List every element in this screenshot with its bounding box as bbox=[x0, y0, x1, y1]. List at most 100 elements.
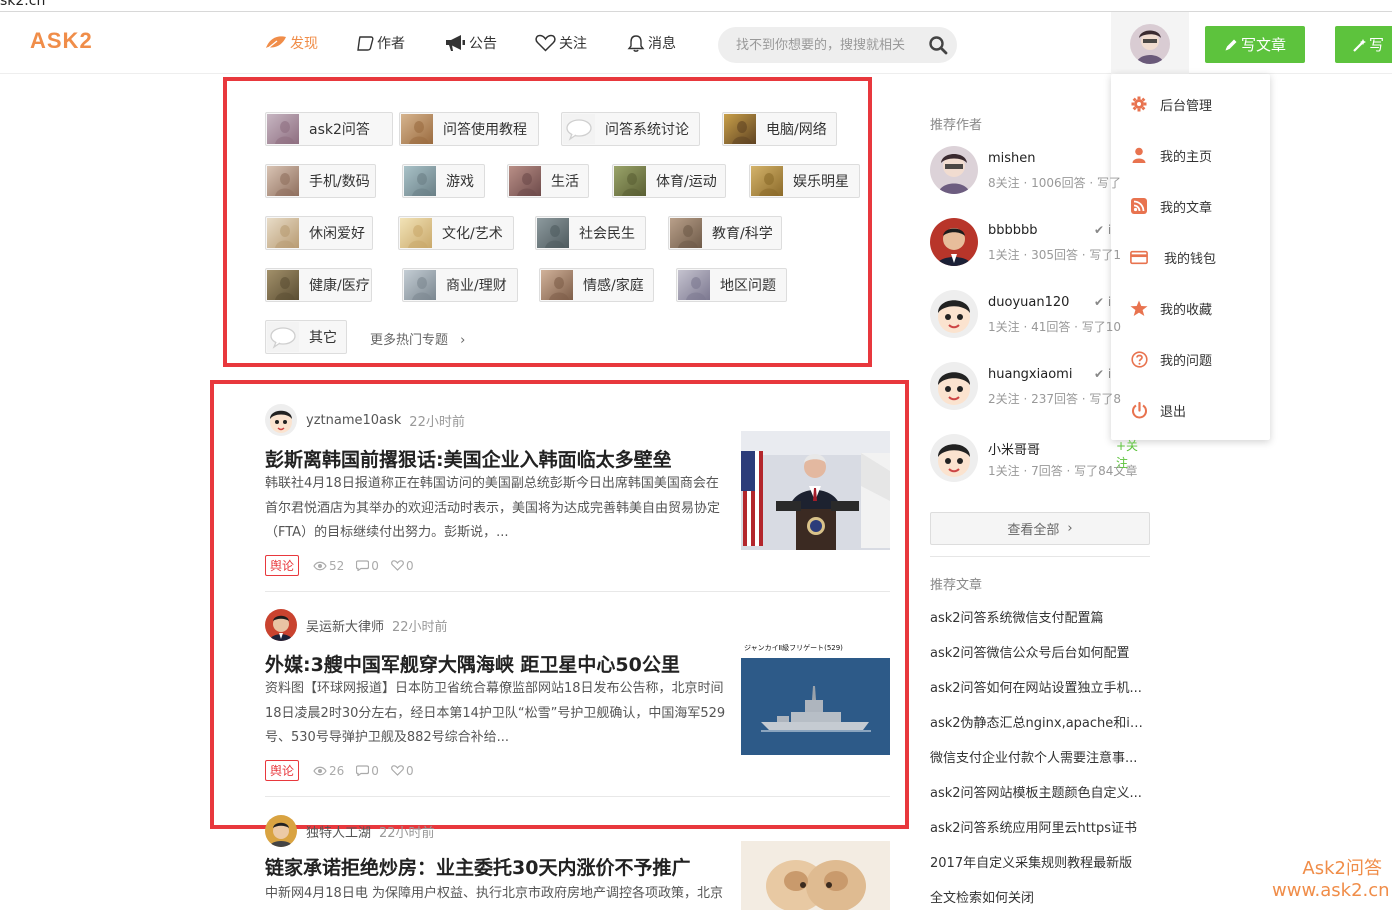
comment-icon bbox=[356, 765, 370, 776]
topic-tag[interactable]: 体育/运动 bbox=[612, 164, 726, 198]
views-stat: 26 bbox=[313, 764, 344, 778]
article-title[interactable]: 彭斯离韩国前撂狠话:美国企业入韩面临太多壁垒 bbox=[265, 445, 672, 472]
topic-tag[interactable]: 问答使用教程 bbox=[399, 112, 539, 146]
article-thumbnail-press-conference[interactable] bbox=[741, 431, 890, 550]
topic-tag[interactable]: ask2问答 bbox=[265, 112, 393, 146]
topic-thumbnail bbox=[751, 166, 783, 196]
article-title[interactable]: 链家承诺拒绝炒房：业主委托30天内涨价不予推广 bbox=[265, 853, 690, 880]
author-avatar[interactable] bbox=[930, 434, 978, 482]
recommended-article-link[interactable]: ask2问答微信公众号后台如何配置 bbox=[930, 642, 1145, 661]
author-item[interactable]: huangxiaomi 2关注 · 237回答 · 写了8 ✔ i bbox=[930, 362, 1150, 418]
likes-stat[interactable]: 0 bbox=[391, 764, 414, 778]
article-excerpt: 中新网4月18日电 为保障用户权益、执行北京市政府房地产调控各项政策，北京 bbox=[265, 886, 723, 901]
topic-label: 电脑/网络 bbox=[766, 122, 827, 138]
topic-tag[interactable]: 商业/理财 bbox=[402, 268, 518, 302]
author-name[interactable]: yztname10ask bbox=[306, 413, 401, 428]
write-article-button[interactable]: 写文章 bbox=[1205, 26, 1305, 63]
author-stats: 1关注 · 41回答 · 写了10 bbox=[988, 320, 1122, 334]
author-name[interactable]: 独特人工湖 bbox=[306, 822, 371, 841]
verified-mark: ✔ i bbox=[1094, 367, 1112, 381]
eye-icon bbox=[313, 766, 327, 776]
article-title[interactable]: 外媒:3艘中国军舰穿大隅海峡 距卫星中心50公里 bbox=[265, 650, 680, 677]
nav-following[interactable]: 关注 bbox=[535, 33, 587, 53]
author-item[interactable]: mishen 8关注 · 1006回答 · 写了 bbox=[930, 146, 1150, 202]
article-footer: 舆论 26 0 0 bbox=[265, 760, 426, 781]
topic-tag[interactable]: 娱乐明星 bbox=[749, 164, 860, 198]
article-card: 独特人工湖 22小时前 链家承诺拒绝炒房：业主委托30天内涨价不予推广 中新网4… bbox=[265, 815, 890, 910]
article-thumbnail-puppies[interactable] bbox=[741, 841, 890, 910]
nav-announcements[interactable]: 公告 bbox=[444, 33, 497, 53]
topic-badge[interactable]: 舆论 bbox=[265, 555, 300, 576]
likes-stat[interactable]: 0 bbox=[391, 559, 414, 573]
user-menu-trigger[interactable] bbox=[1111, 12, 1189, 74]
topic-badge[interactable]: 舆论 bbox=[265, 760, 300, 781]
recommended-article-link[interactable]: ask2问答网站模板主题颜色自定义... bbox=[930, 782, 1145, 801]
topic-tag[interactable]: 地区问题 bbox=[676, 268, 787, 302]
topic-tag[interactable]: 情感/家庭 bbox=[539, 268, 654, 302]
recommended-articles-heading: 推荐文章 bbox=[930, 578, 983, 593]
nav-authors[interactable]: 作者 bbox=[356, 33, 405, 53]
author-name[interactable]: mishen bbox=[988, 151, 1036, 166]
topic-tag[interactable]: 游戏 bbox=[402, 164, 485, 198]
topic-label: 问答使用教程 bbox=[443, 122, 527, 138]
topic-tag[interactable]: 其它 bbox=[265, 320, 347, 354]
author-avatar[interactable] bbox=[265, 609, 297, 641]
recommended-article-link[interactable]: ask2问答如何在网站设置独立手机... bbox=[930, 677, 1145, 696]
article-divider bbox=[265, 591, 890, 592]
topic-thumbnail bbox=[537, 218, 569, 248]
verified-mark: ✔ i bbox=[1094, 223, 1112, 237]
write-button-secondary[interactable]: 写 bbox=[1335, 26, 1392, 63]
topic-tag[interactable]: 健康/医疗 bbox=[265, 268, 372, 302]
follow-button[interactable]: +关注 bbox=[1116, 437, 1150, 471]
recommended-article-link[interactable]: 全文检索如何关闭 bbox=[930, 887, 1145, 906]
author-name[interactable]: 吴运新大律师 bbox=[306, 616, 384, 635]
comments-stat: 0 bbox=[356, 559, 379, 573]
recommended-article-link[interactable]: 2017年自定义采集规则教程最新版 bbox=[930, 852, 1145, 871]
more-topics-link[interactable]: 更多热门专题 › bbox=[370, 329, 465, 348]
view-all-authors-button[interactable]: 查看全部 › bbox=[930, 512, 1150, 545]
search-icon[interactable] bbox=[928, 35, 948, 55]
more-topics-label: 更多热门专题 bbox=[370, 333, 449, 348]
author-avatar[interactable] bbox=[930, 146, 978, 194]
recommended-article-link[interactable]: ask2问答系统应用阿里云https证书 bbox=[930, 817, 1145, 836]
author-item[interactable]: 小米哥哥 1关注 · 7回答 · 写了84文章 +关注 bbox=[930, 434, 1150, 490]
topic-tag[interactable]: 手机/数码 bbox=[265, 164, 376, 198]
speech-bubble-icon bbox=[563, 114, 595, 144]
nav-messages[interactable]: 消息 bbox=[627, 33, 676, 53]
article-thumbnail-warship[interactable]: ジャンカイⅡ級フリゲート(529) bbox=[741, 636, 890, 755]
author-avatar[interactable] bbox=[930, 362, 978, 410]
comments-stat: 0 bbox=[356, 764, 379, 778]
nav-label: 消息 bbox=[648, 36, 676, 52]
topic-tag[interactable]: 问答系统讨论 bbox=[561, 112, 700, 146]
site-logo[interactable]: ASK2 bbox=[30, 28, 93, 54]
watermark-url: www.ask2.cn bbox=[1272, 880, 1390, 901]
topic-label: 社会民生 bbox=[579, 226, 635, 242]
recommended-article-link[interactable]: 微信支付企业付款个人需要注意事... bbox=[930, 747, 1145, 766]
author-avatar[interactable] bbox=[930, 218, 978, 266]
topic-tag[interactable]: 文化/艺术 bbox=[398, 216, 514, 250]
author-stats: 1关注 · 305回答 · 写了1 bbox=[988, 248, 1122, 262]
menu-admin[interactable]: 后台管理 bbox=[1111, 89, 1270, 119]
recommended-article-link[interactable]: ask2伪静态汇总nginx,apache和iis... bbox=[930, 712, 1145, 731]
topic-tag[interactable]: 教育/科学 bbox=[668, 216, 782, 250]
topic-label: 游戏 bbox=[446, 174, 474, 190]
author-item[interactable]: bbbbbb 1关注 · 305回答 · 写了1 ✔ i bbox=[930, 218, 1150, 274]
menu-label: 我的主页 bbox=[1160, 149, 1213, 165]
search-input[interactable] bbox=[736, 36, 918, 54]
author-name[interactable]: 小米哥哥 bbox=[988, 439, 1040, 458]
author-avatar[interactable] bbox=[265, 404, 297, 436]
topic-tag[interactable]: 电脑/网络 bbox=[722, 112, 837, 146]
topic-label: 文化/艺术 bbox=[442, 226, 503, 242]
author-name[interactable]: huangxiaomi bbox=[988, 367, 1072, 382]
write-article-label: 写文章 bbox=[1240, 36, 1286, 54]
author-name[interactable]: duoyuan120 bbox=[988, 295, 1069, 310]
author-name[interactable]: bbbbbb bbox=[988, 223, 1038, 238]
author-avatar[interactable] bbox=[265, 815, 297, 847]
topic-tag[interactable]: 生活 bbox=[507, 164, 589, 198]
author-avatar[interactable] bbox=[930, 290, 978, 338]
author-item[interactable]: duoyuan120 1关注 · 41回答 · 写了10 ✔ i bbox=[930, 290, 1150, 346]
nav-discover[interactable]: 发现 bbox=[265, 33, 318, 53]
topic-tag[interactable]: 社会民生 bbox=[535, 216, 646, 250]
recommended-article-link[interactable]: ask2问答系统微信支付配置篇 bbox=[930, 607, 1145, 626]
topic-tag[interactable]: 休闲爱好 bbox=[265, 216, 373, 250]
